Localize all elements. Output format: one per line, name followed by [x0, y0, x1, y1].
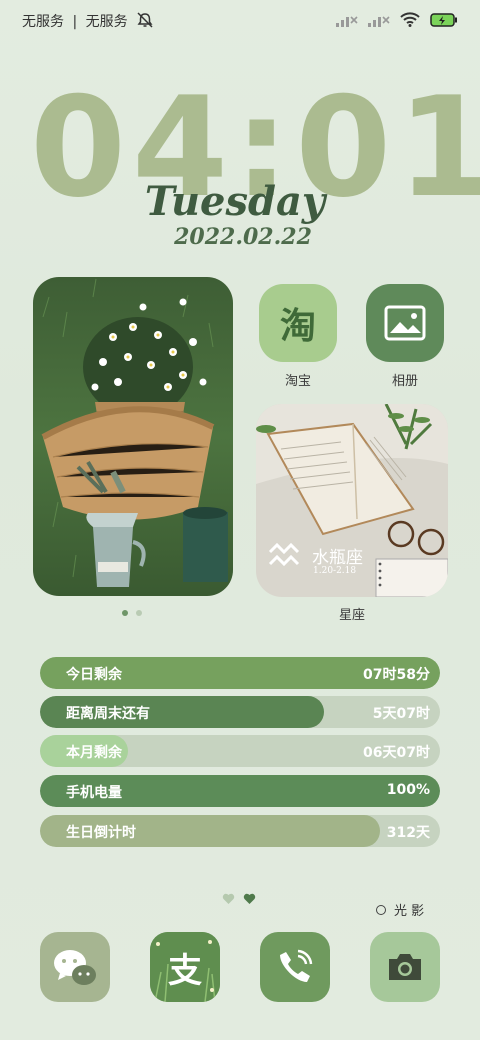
countdown-label: 距离周末还有: [66, 706, 150, 722]
photo-plant-basket: [33, 277, 233, 596]
countdown-value: 07时58分: [363, 667, 430, 683]
signal-off-icon: [336, 12, 358, 31]
light-shadow-label: 光 影: [394, 904, 425, 919]
photo-widget[interactable]: [33, 277, 233, 596]
countdown-row-battery: 手机电量 100%: [40, 775, 440, 807]
camera-icon: [389, 954, 421, 980]
carrier-label-1: 无服务: [22, 14, 64, 30]
circle-icon: [376, 904, 386, 915]
countdown-value: 100%: [386, 782, 430, 798]
carrier-info: 无服务 | 无服务: [22, 11, 154, 32]
zodiac-date-range: 1.20-2.18: [313, 566, 357, 576]
signal-off-icon: [368, 12, 390, 31]
carrier-separator: |: [72, 14, 78, 30]
taobao-glyph: 淘: [279, 306, 316, 347]
wifi-icon: [400, 12, 420, 31]
countdown-value: 5天07时: [372, 706, 430, 722]
page-dot-active: [122, 610, 128, 616]
taobao-app-icon[interactable]: 淘: [259, 284, 337, 362]
zodiac-label: 星座: [338, 608, 365, 623]
wechat-icon: [54, 950, 96, 985]
taobao-label: 淘宝: [284, 374, 311, 389]
countdown-label: 生日倒计时: [66, 825, 136, 841]
countdown-row-today: 今日剩余 07时58分: [40, 657, 440, 689]
light-shadow-toggle[interactable]: 光 影: [376, 900, 424, 919]
wechat-app-icon[interactable]: [40, 932, 110, 1002]
countdown-row-month: 本月剩余 06天07时: [40, 735, 440, 767]
phone-icon: [280, 949, 313, 982]
camera-app-icon[interactable]: [370, 932, 440, 1002]
photo-page-indicator: [122, 610, 142, 616]
countdown-value: 06天07时: [363, 745, 430, 761]
picture-icon: [384, 305, 426, 341]
battery-charging-icon: [430, 12, 458, 31]
countdown-label: 手机电量: [66, 785, 122, 801]
zodiac-name: 水瓶座: [312, 548, 363, 568]
status-bar: 无服务 | 无服务: [0, 0, 480, 42]
mute-bell-icon: [136, 12, 154, 32]
page-dot: [136, 610, 142, 616]
countdown-label: 本月剩余: [66, 745, 122, 761]
gallery-label: 相册: [391, 374, 418, 389]
home-page-indicator: [222, 893, 256, 905]
clock-date: 2022.02.22: [174, 224, 312, 250]
carrier-label-2: 无服务: [85, 14, 128, 30]
heart-icon: [222, 893, 235, 904]
alipay-app-icon[interactable]: 支: [150, 932, 220, 1002]
phone-app-icon[interactable]: [260, 932, 330, 1002]
zodiac-widget[interactable]: 水瓶座 1.20-2.18: [256, 404, 448, 597]
status-icons: [336, 12, 458, 31]
heart-icon: [243, 893, 256, 904]
countdown-row-birthday: 生日倒计时 312天: [40, 815, 440, 847]
countdown-label: 今日剩余: [66, 667, 122, 683]
countdown-row-weekend: 距离周末还有 5天07时: [40, 696, 440, 728]
countdown-value: 312天: [386, 825, 430, 841]
gallery-app-icon[interactable]: [366, 284, 444, 362]
clock-weekday: Tuesday: [144, 178, 326, 225]
alipay-glyph: 支: [168, 950, 202, 991]
